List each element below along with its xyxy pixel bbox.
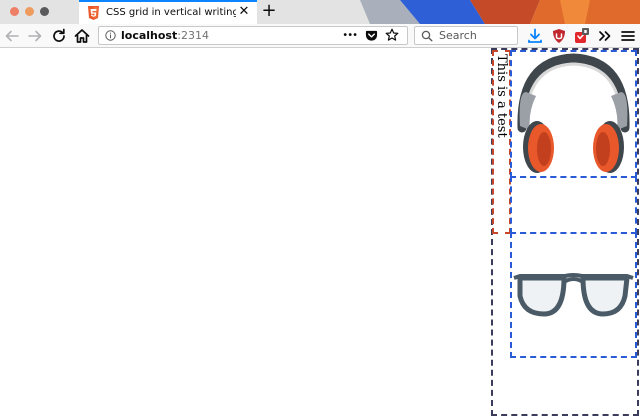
- html5-icon: [88, 6, 99, 20]
- headphones-cell: [510, 50, 637, 178]
- site-info-icon[interactable]: [105, 30, 116, 41]
- grid-text-item: This is a test: [492, 50, 511, 234]
- navigation-toolbar: localhost:2314 ••• Search: [0, 24, 640, 48]
- window-maximize-button[interactable]: [40, 7, 49, 16]
- page-actions-menu-icon[interactable]: •••: [342, 28, 358, 43]
- new-tab-button[interactable]: +: [259, 1, 279, 21]
- ublock-shield-icon[interactable]: [550, 27, 568, 45]
- text-item-label: This is a test: [494, 54, 509, 138]
- overflow-chevron-icon[interactable]: [596, 27, 614, 45]
- grid-empty-cell: [510, 176, 637, 234]
- hamburger-menu-icon[interactable]: [619, 27, 637, 45]
- forward-arrow-icon[interactable]: [26, 27, 44, 45]
- tab-close-icon[interactable]: ✕: [237, 5, 251, 19]
- window-minimize-button[interactable]: [25, 7, 34, 16]
- glasses-cell: [510, 232, 637, 358]
- search-icon: [421, 30, 433, 42]
- pocket-icon[interactable]: [365, 29, 378, 42]
- tab-active[interactable]: CSS grid in vertical writing mo ✕: [79, 0, 257, 24]
- page-content: This is a test: [0, 48, 640, 417]
- tab-title: CSS grid in vertical writing mo: [106, 7, 236, 18]
- url-port: :2314: [177, 29, 209, 42]
- theme-background-art: [360, 0, 640, 24]
- extension-badge-icon[interactable]: [572, 27, 590, 45]
- home-icon[interactable]: [73, 27, 91, 45]
- window-close-button[interactable]: [10, 7, 19, 16]
- download-icon[interactable]: [526, 27, 544, 45]
- bookmark-star-icon[interactable]: [385, 28, 399, 42]
- reload-icon[interactable]: [50, 27, 68, 45]
- back-arrow-icon[interactable]: [3, 27, 21, 45]
- tab-strip: CSS grid in vertical writing mo ✕ +: [0, 0, 640, 24]
- search-placeholder: Search: [439, 29, 477, 42]
- url-bar[interactable]: localhost:2314 •••: [98, 26, 408, 45]
- headphones-image: [517, 53, 630, 173]
- glasses-image: [513, 273, 634, 317]
- search-bar[interactable]: Search: [414, 26, 518, 45]
- url-host: localhost: [121, 29, 178, 42]
- url-text: localhost:2314: [121, 28, 209, 43]
